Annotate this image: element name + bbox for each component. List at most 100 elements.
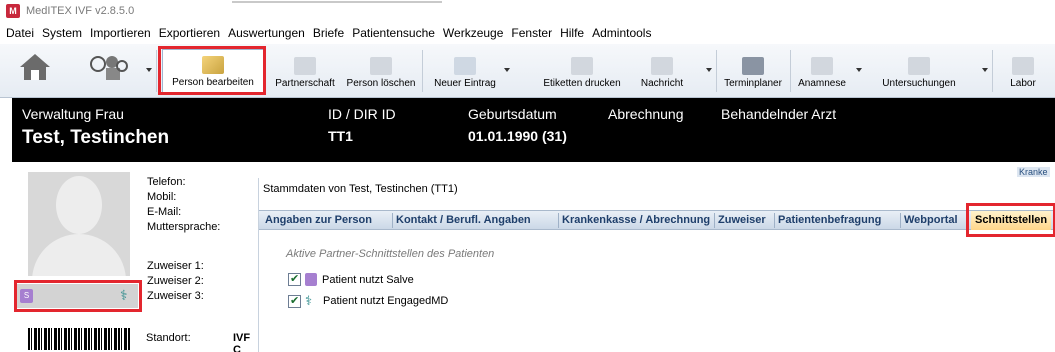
- message-icon: [651, 57, 673, 75]
- partnerschaft-button[interactable]: Partnerschaft: [270, 49, 340, 93]
- engagedmd-icon: ⚕: [305, 293, 313, 308]
- tab-separator: [900, 213, 901, 228]
- examination-icon: [908, 57, 930, 75]
- salve-label: Patient nutzt Salve: [322, 273, 414, 286]
- nachricht-button[interactable]: Nachricht: [634, 49, 690, 93]
- title-bar: M MedITEX IVF v2.8.5.0: [0, 0, 1055, 22]
- email-label: E-Mail:: [147, 206, 182, 218]
- app-window: M MedITEX IVF v2.8.5.0 Datei System Impo…: [0, 0, 1055, 352]
- nachricht-label: Nachricht: [640, 78, 684, 89]
- anamnesis-icon: [811, 57, 833, 75]
- dialog-title: Stammdaten von Test, Testinchen (TT1): [263, 183, 458, 195]
- toolbar-separator: [422, 50, 423, 92]
- menu-fenster[interactable]: Fenster: [507, 26, 556, 40]
- new-entry-icon: [454, 57, 476, 75]
- id-label: ID / DIR ID: [328, 106, 396, 122]
- engagedmd-option[interactable]: ⚕ Patient nutzt EngagedMD: [288, 294, 448, 308]
- menu-auswertungen[interactable]: Auswertungen: [224, 26, 309, 40]
- menu-importieren[interactable]: Importieren: [86, 26, 155, 40]
- barcode: [28, 328, 130, 350]
- mobil-label: Mobil:: [147, 191, 177, 203]
- labor-button[interactable]: Labor: [998, 49, 1048, 93]
- tab-zuweiser[interactable]: Zuweiser: [718, 211, 766, 230]
- untersuchungen-label: Untersuchungen: [882, 78, 956, 89]
- toolbar-separator: [790, 50, 791, 92]
- neuer-eintrag-label: Neuer Eintrag: [434, 78, 496, 89]
- doctor-label: Behandelnder Arzt: [721, 106, 837, 122]
- tab-separator: [714, 213, 715, 228]
- dob-value: 01.01.1990 (31): [468, 128, 567, 144]
- avatar-head: [56, 176, 102, 234]
- zuweiser3-label: Zuweiser 3:: [147, 290, 204, 302]
- etiketten-drucken-button[interactable]: Etiketten drucken: [536, 49, 628, 93]
- title-divider: [232, 1, 442, 3]
- section-label: Verwaltung Frau: [22, 106, 124, 122]
- avatar-body: [32, 234, 126, 276]
- person-loeschen-button[interactable]: Person löschen: [342, 49, 420, 93]
- chevron-down-icon[interactable]: [706, 68, 712, 72]
- neuer-eintrag-button[interactable]: Neuer Eintrag: [430, 49, 500, 93]
- tab-separator: [558, 213, 559, 228]
- delete-person-icon: [370, 57, 392, 75]
- tab-kontakt[interactable]: Kontakt / Berufl. Angaben: [396, 211, 531, 230]
- section-title: Aktive Partner-Schnittstellen des Patien…: [286, 248, 495, 260]
- tab-krankenkasse[interactable]: Krankenkasse / Abrechnung: [562, 211, 710, 230]
- toolbar-separator: [156, 50, 157, 92]
- chevron-down-icon[interactable]: [146, 68, 152, 72]
- calendar-icon: [742, 57, 764, 75]
- menu-patientensuche[interactable]: Patientensuche: [348, 26, 439, 40]
- chevron-down-icon[interactable]: [504, 68, 510, 72]
- patient-sidebar: Telefon: Mobil: E-Mail: Muttersprache: Z…: [12, 162, 258, 352]
- muttersprache-label: Muttersprache:: [147, 221, 221, 233]
- menu-admintools[interactable]: Admintools: [588, 26, 655, 40]
- menu-exportieren[interactable]: Exportieren: [155, 26, 224, 40]
- partnerschaft-label: Partnerschaft: [275, 78, 335, 89]
- menu-briefe[interactable]: Briefe: [309, 26, 348, 40]
- chevron-down-icon[interactable]: [982, 68, 988, 72]
- patients-icon[interactable]: [86, 54, 130, 82]
- salve-icon: [305, 273, 317, 286]
- highlight-box: [14, 280, 142, 312]
- id-value: TT1: [328, 128, 353, 144]
- telefon-label: Telefon:: [147, 176, 186, 188]
- billing-label: Abrechnung: [608, 106, 684, 122]
- home-icon[interactable]: [18, 52, 52, 82]
- terminplaner-label: Terminplaner: [724, 78, 782, 89]
- menu-werkzeuge[interactable]: Werkzeuge: [439, 26, 507, 40]
- patient-header: Verwaltung Frau Test, Testinchen ID / DI…: [12, 98, 1055, 162]
- zuweiser1-label: Zuweiser 1:: [147, 260, 204, 272]
- person-loeschen-label: Person löschen: [346, 78, 416, 89]
- toolbar-separator: [716, 50, 717, 92]
- anamnese-button[interactable]: Anamnese: [792, 49, 852, 93]
- printer-icon: [571, 57, 593, 75]
- salve-checkbox[interactable]: [288, 272, 301, 286]
- terminplaner-button[interactable]: Terminplaner: [720, 49, 786, 93]
- tab-separator: [774, 213, 775, 228]
- labor-label: Labor: [1010, 78, 1036, 89]
- untersuchungen-button[interactable]: Untersuchungen: [866, 49, 972, 93]
- toolbar-separator: [992, 50, 993, 92]
- tab-bar: Angaben zur Person Kontakt / Berufl. Ang…: [259, 210, 1055, 230]
- menu-datei[interactable]: Datei: [2, 26, 38, 40]
- tab-patientenbefragung[interactable]: Patientenbefragung: [778, 211, 881, 230]
- engagedmd-checkbox[interactable]: [288, 294, 301, 308]
- kranke-tab[interactable]: Kranke: [1017, 167, 1050, 177]
- toolbar: Person bearbeiten Partnerschaft Person l…: [0, 44, 1055, 98]
- standort-label: Standort:: [146, 332, 191, 344]
- engagedmd-label: Patient nutzt EngagedMD: [323, 295, 449, 307]
- zuweiser2-label: Zuweiser 2:: [147, 275, 204, 287]
- chevron-down-icon[interactable]: [856, 68, 862, 72]
- etiketten-drucken-label: Etiketten drucken: [543, 78, 621, 89]
- menu-hilfe[interactable]: Hilfe: [556, 26, 588, 40]
- stammdaten-dialog: Stammdaten von Test, Testinchen (TT1) An…: [258, 178, 1055, 352]
- tab-separator: [392, 213, 393, 228]
- highlight-box: [966, 203, 1055, 237]
- tab-webportal[interactable]: Webportal: [904, 211, 958, 230]
- tab-angaben-zur-person[interactable]: Angaben zur Person: [265, 211, 372, 230]
- patient-name: Test, Testinchen: [22, 127, 170, 148]
- menu-system[interactable]: System: [38, 26, 86, 40]
- menu-bar: Datei System Importieren Exportieren Aus…: [0, 22, 1055, 44]
- salve-option[interactable]: Patient nutzt Salve: [288, 272, 414, 286]
- highlight-box: [158, 46, 266, 95]
- standort-value: IVF C: [233, 332, 251, 352]
